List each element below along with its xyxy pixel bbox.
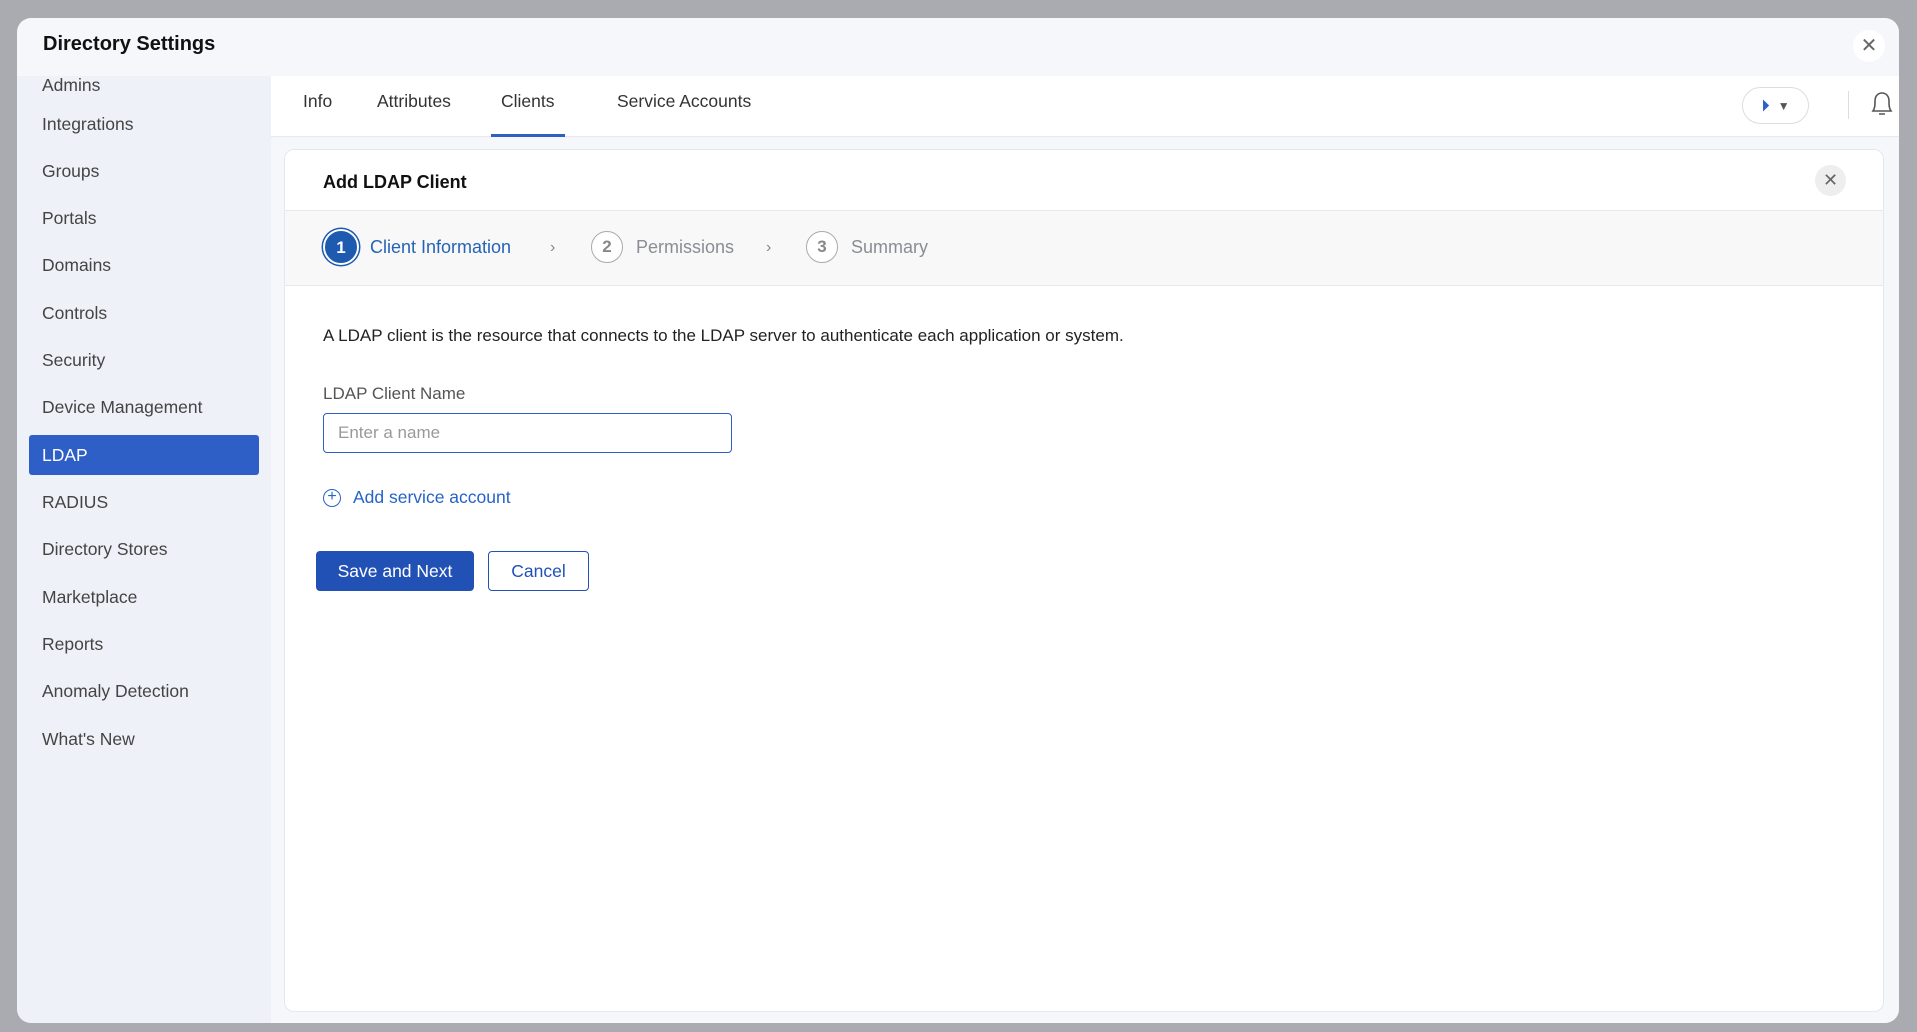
sidebar-item-marketplace[interactable]: Marketplace <box>29 577 259 617</box>
step-number: 3 <box>806 231 838 263</box>
divider <box>1848 91 1849 119</box>
tab-clients[interactable]: Clients <box>491 76 565 137</box>
description: A LDAP client is the resource that conne… <box>323 326 1124 345</box>
sidebar-item-directory-stores[interactable]: Directory Stores <box>29 529 259 569</box>
tab-attributes[interactable]: Attributes <box>377 76 451 137</box>
bell-icon <box>1871 92 1893 115</box>
close-icon: ✕ <box>1860 35 1878 57</box>
notifications-button[interactable] <box>1869 89 1895 124</box>
step-number: 1 <box>325 231 357 263</box>
sidebar-item-integrations[interactable]: Integrations <box>29 104 259 144</box>
step-number: 2 <box>591 231 623 263</box>
add-service-account-link[interactable]: + Add service account <box>323 487 511 508</box>
sidebar-item-whats-new[interactable]: What's New <box>29 719 259 759</box>
ldap-client-name-input[interactable] <box>323 413 732 453</box>
close-icon: ✕ <box>1822 170 1839 190</box>
chevron-right-icon: › <box>550 239 556 256</box>
walkthrough-dropdown-button[interactable]: ⏵ ▼ <box>1742 87 1809 124</box>
sidebar-item-ldap[interactable]: LDAP <box>29 435 259 475</box>
sidebar-item-radius[interactable]: RADIUS <box>29 482 259 522</box>
plus-circle-icon: + <box>323 488 341 507</box>
step-summary: 3 Summary <box>806 231 928 263</box>
card-header: Add LDAP Client ✕ <box>285 150 1883 211</box>
step-label: Summary <box>851 236 929 257</box>
tab-info[interactable]: Info <box>303 76 332 137</box>
tab-bar: Info Attributes Clients Service Accounts… <box>271 76 1899 137</box>
sidebar-item-controls[interactable]: Controls <box>29 293 259 333</box>
step-label: Client Information <box>370 236 512 257</box>
tab-service-accounts[interactable]: Service Accounts <box>617 76 751 137</box>
sidebar-item-anomaly-detection[interactable]: Anomaly Detection <box>29 671 259 711</box>
save-and-next-button[interactable]: Save and Next <box>316 551 474 591</box>
card-title: Add LDAP Client <box>323 172 467 192</box>
sidebar-item-reports[interactable]: Reports <box>29 624 259 664</box>
sidebar-item-domains[interactable]: Domains <box>29 245 259 285</box>
stepper: 1 Client Information › 2 Permissions › 3… <box>285 211 1883 286</box>
chevron-down-icon: ▼ <box>1777 98 1790 113</box>
chevron-right-icon: › <box>766 239 772 256</box>
sidebar-item-security[interactable]: Security <box>29 340 259 380</box>
sidebar-item-portals[interactable]: Portals <box>29 198 259 238</box>
cancel-button[interactable]: Cancel <box>488 551 589 591</box>
step-label: Permissions <box>636 236 735 257</box>
close-card-button[interactable]: ✕ <box>1815 165 1846 196</box>
add-service-account-label: Add service account <box>353 487 511 507</box>
sidebar-item-admins[interactable]: Admins <box>29 76 259 105</box>
add-ldap-client-card: Add LDAP Client ✕ 1 Client Information ›… <box>284 149 1884 1012</box>
play-guide-icon: ⏵ <box>1761 95 1770 115</box>
step-permissions: 2 Permissions <box>591 231 734 263</box>
step-client-information: 1 Client Information <box>325 231 511 263</box>
sidebar-item-groups[interactable]: Groups <box>29 151 259 191</box>
modal-title: Directory Settings <box>43 33 216 55</box>
main-content: Info Attributes Clients Service Accounts… <box>271 76 1899 1023</box>
sidebar: Admins Integrations Groups Portals Domai… <box>17 76 271 1023</box>
ldap-client-name-label: LDAP Client Name <box>323 384 466 403</box>
directory-settings-modal: Directory Settings ✕ Admins Integrations… <box>17 18 1899 1023</box>
close-modal-button[interactable]: ✕ <box>1853 30 1885 62</box>
sidebar-item-device-management[interactable]: Device Management <box>29 387 259 427</box>
